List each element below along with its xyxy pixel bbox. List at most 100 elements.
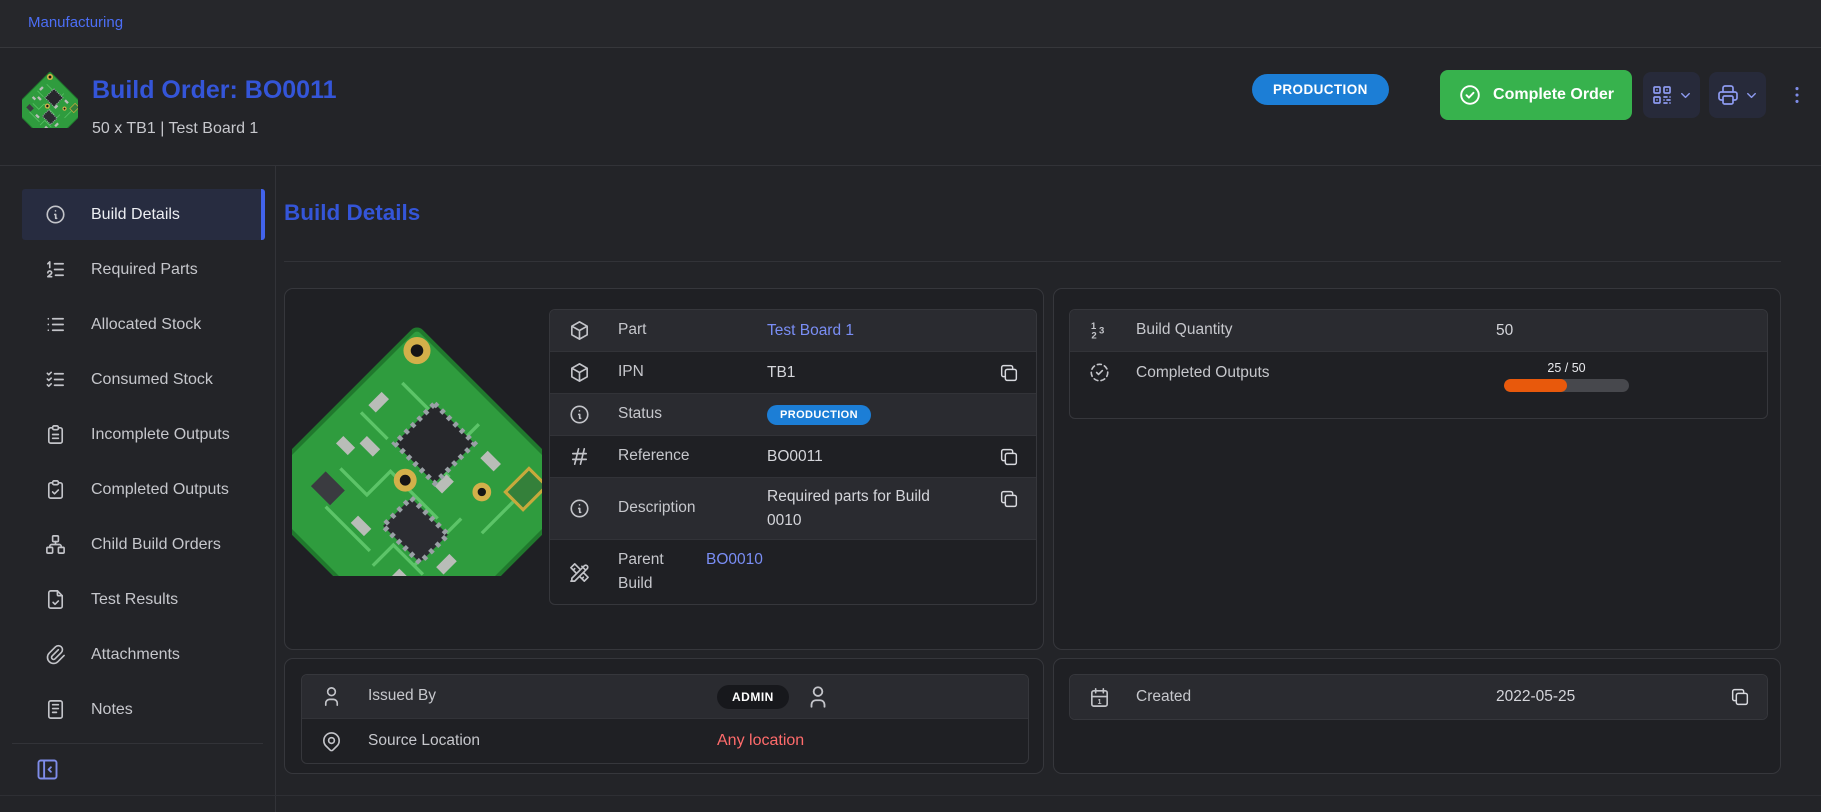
sidebar-item-label: Notes	[91, 701, 133, 719]
build-details-panel: Part Test Board 1 IPN TB1 Status PRODUCTION Re…	[284, 288, 1044, 650]
issued-table: Issued ByADMIN Source LocationAny locatio…	[301, 674, 1029, 764]
part-image[interactable]	[291, 297, 543, 583]
print-actions-button[interactable]	[1709, 72, 1766, 118]
issued-by-panel: Issued ByADMIN Source LocationAny locatio…	[284, 658, 1044, 774]
status-badge: PRODUCTION	[1252, 74, 1389, 105]
sidebar-item-completed-outputs[interactable]: Completed Outputs	[22, 464, 265, 515]
sidebar-item-test-results[interactable]: Test Results	[22, 574, 265, 625]
clipboard-check-icon	[44, 478, 67, 501]
copy-icon	[998, 488, 1020, 510]
row-label: IPN	[618, 360, 743, 384]
value-text: BO0011	[767, 445, 823, 468]
sidebar-item-label: Test Results	[91, 591, 178, 609]
box-icon	[568, 319, 591, 342]
sidebar-item-incomplete-outputs[interactable]: Incomplete Outputs	[22, 409, 265, 460]
hash-icon	[568, 445, 591, 468]
value-text: 2022-05-25	[1496, 685, 1575, 708]
page-title: Build Order: BO0011	[92, 76, 337, 105]
list-check-icon	[44, 368, 67, 391]
table-row: Issued ByADMIN	[302, 675, 1028, 719]
sidebar-divider	[12, 743, 263, 744]
file-check-icon	[44, 588, 67, 611]
sidebar-item-required-parts[interactable]: Required Parts	[22, 244, 265, 295]
footer-divider	[0, 795, 1821, 796]
row-label: Reference	[618, 444, 743, 468]
details-table: Part Test Board 1 IPN TB1 Status PRODUCTION Re…	[549, 309, 1037, 605]
copy-button[interactable]	[998, 446, 1020, 468]
copy-button[interactable]	[998, 362, 1020, 384]
sidebar-item-build-details[interactable]: Build Details	[22, 189, 265, 240]
list-numbers-icon	[44, 258, 67, 281]
sidebar-item-attachments[interactable]: Attachments	[22, 629, 265, 680]
table-row: Parent Build BO0010	[550, 540, 1036, 604]
sidebar-item-allocated-stock[interactable]: Allocated Stock	[22, 299, 265, 350]
table-row: Part Test Board 1	[550, 310, 1036, 352]
created-panel: Created2022-05-25	[1053, 658, 1781, 774]
info-circle-icon	[568, 403, 591, 426]
map-pin-icon	[320, 730, 343, 753]
main-content: Build Details PartTest Board 1IPNTB1Stat…	[277, 166, 1821, 812]
dots-vertical-icon	[1786, 84, 1808, 106]
row-label: Part	[618, 318, 743, 342]
breadcrumb: Manufacturing	[0, 0, 1821, 48]
user-icon	[805, 684, 831, 710]
build-quantity-panel: Build Quantity50Completed Outputs 25 / 5…	[1053, 288, 1781, 650]
table-row: IPN TB1	[550, 352, 1036, 394]
info-circle-icon	[44, 203, 67, 226]
breadcrumb-link-manufacturing[interactable]: Manufacturing	[28, 14, 123, 31]
row-label: Created	[1136, 685, 1496, 709]
numbers-123-icon	[1088, 319, 1111, 342]
sitemap-icon	[44, 533, 67, 556]
row-label: Status	[618, 402, 743, 426]
value-link[interactable]: Test Board 1	[767, 322, 854, 340]
notes-icon	[44, 698, 67, 721]
complete-order-label: Complete Order	[1493, 86, 1614, 104]
sidebar-item-child-build-orders[interactable]: Child Build Orders	[22, 519, 265, 570]
complete-order-button[interactable]: Complete Order	[1440, 70, 1632, 120]
sidebar-item-consumed-stock[interactable]: Consumed Stock	[22, 354, 265, 405]
page-subtitle: 50 x TB1 | Test Board 1	[92, 120, 258, 138]
circle-check-icon	[1458, 83, 1482, 107]
sidebar-item-label: Build Details	[91, 206, 180, 224]
user-badge: ADMIN	[717, 685, 789, 709]
status-badge: PRODUCTION	[767, 405, 871, 425]
part-thumbnail-image[interactable]	[22, 66, 78, 128]
table-row: Build Quantity50	[1070, 310, 1767, 352]
box-icon	[568, 361, 591, 384]
heading-divider	[284, 261, 1781, 262]
progress-label: 25 / 50	[1547, 361, 1585, 375]
list-icon	[44, 313, 67, 336]
row-label: Source Location	[368, 729, 717, 753]
copy-icon	[1729, 686, 1751, 708]
table-row: DescriptionRequired parts for Build 0010	[550, 478, 1036, 540]
copy-button[interactable]	[998, 488, 1020, 510]
row-label: Build Quantity	[1136, 318, 1496, 342]
sidebar-item-label: Child Build Orders	[91, 536, 221, 554]
value-text: TB1	[767, 361, 795, 384]
page-header: Build Order: BO0011 50 x TB1 | Test Boar…	[0, 48, 1821, 166]
calendar-icon	[1088, 686, 1111, 709]
value-warning: Any location	[717, 732, 804, 750]
value-link[interactable]: BO0010	[706, 551, 763, 569]
table-row: Completed Outputs 25 / 50	[1070, 352, 1767, 418]
sidebar-item-label: Allocated Stock	[91, 316, 201, 334]
created-table: Created2022-05-25	[1069, 674, 1768, 720]
sidebar-collapse-icon	[34, 756, 61, 783]
more-actions-button[interactable]	[1780, 72, 1814, 118]
chevron-down-icon	[1678, 88, 1693, 103]
sidebar-item-notes[interactable]: Notes	[22, 684, 265, 735]
collapse-sidebar-button[interactable]	[34, 756, 61, 786]
sidebar-navigation: Build Details Required Parts Allocated Sto…	[0, 166, 276, 812]
row-label: Parent Build	[618, 548, 682, 596]
table-row: Created2022-05-25	[1070, 675, 1767, 719]
info-circle-icon	[568, 497, 591, 520]
table-row: Status PRODUCTION	[550, 394, 1036, 436]
barcode-actions-button[interactable]	[1643, 72, 1700, 118]
copy-icon	[998, 362, 1020, 384]
sidebar-item-label: Consumed Stock	[91, 371, 213, 389]
qrcode-icon	[1650, 83, 1674, 107]
quantity-table: Build Quantity50Completed Outputs 25 / 5…	[1069, 309, 1768, 419]
copy-button[interactable]	[1729, 686, 1751, 708]
clipboard-icon	[44, 423, 67, 446]
copy-icon	[998, 446, 1020, 468]
